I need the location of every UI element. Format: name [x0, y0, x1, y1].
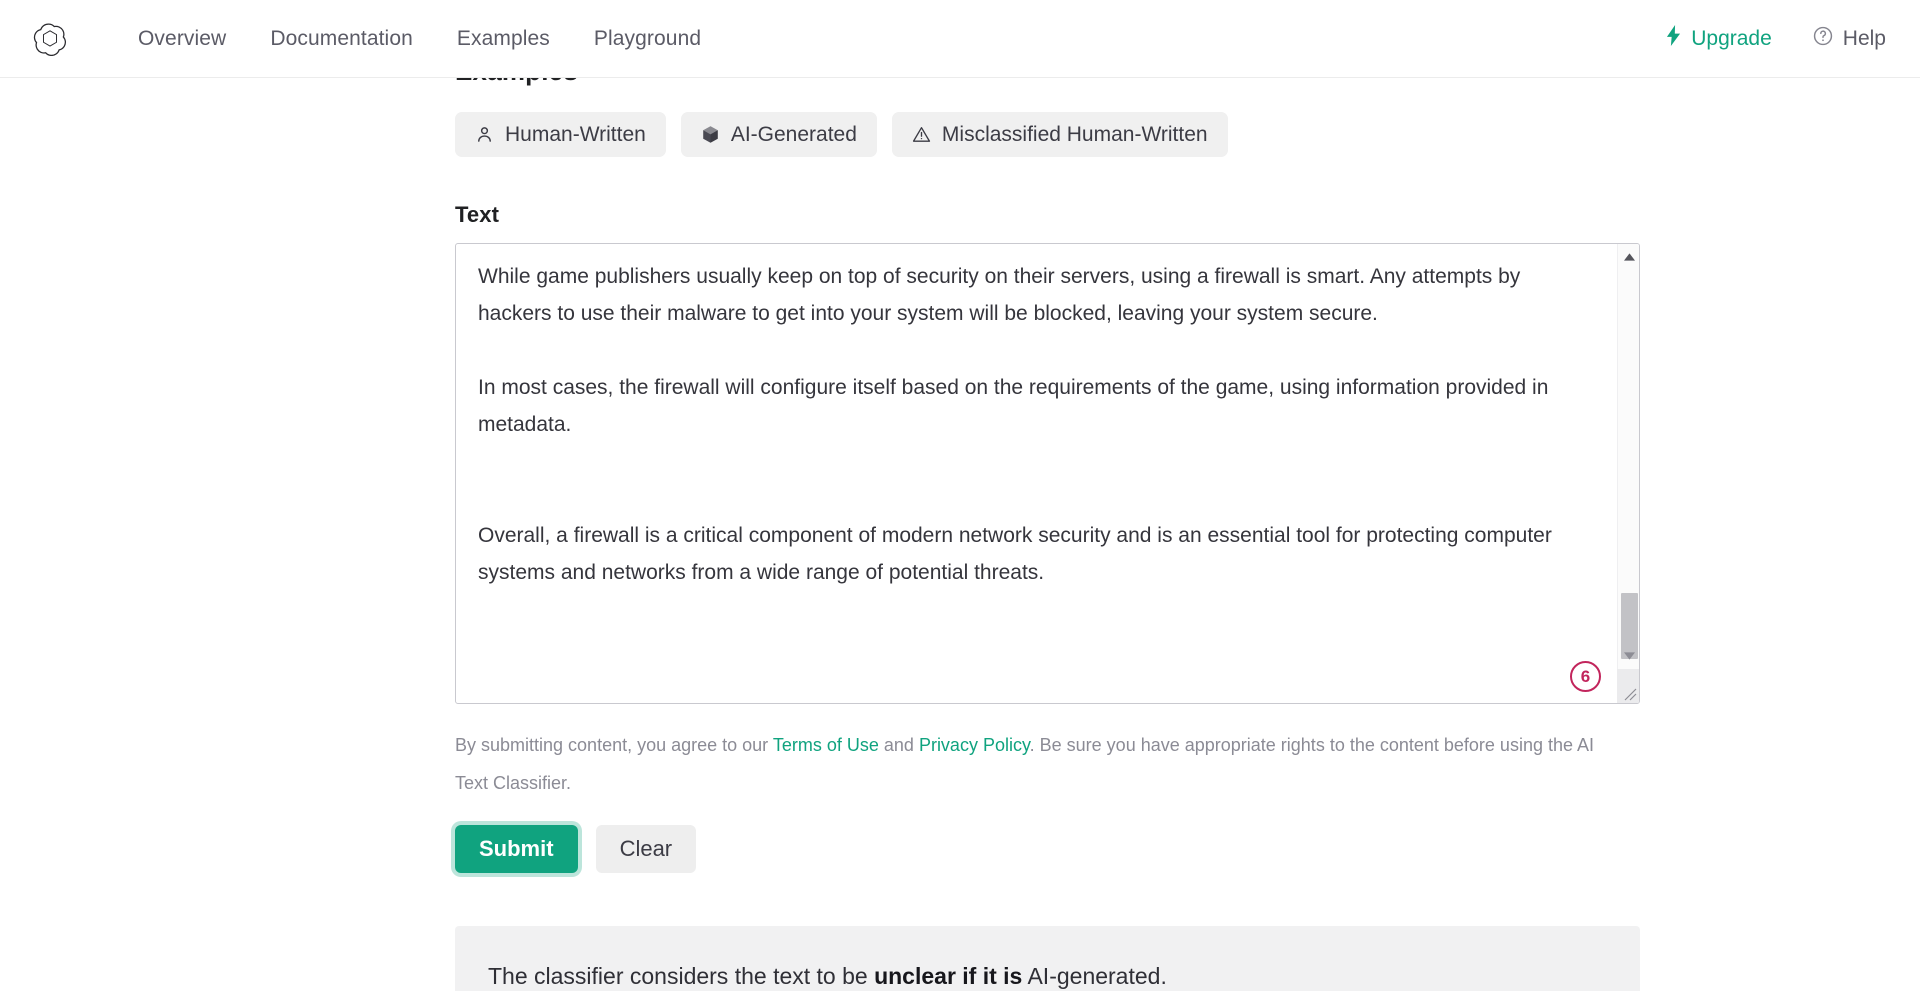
- warning-triangle-icon: [912, 125, 931, 144]
- result-prefix: The classifier considers the text to be: [488, 962, 875, 989]
- terms-of-use-link[interactable]: Terms of Use: [773, 735, 879, 755]
- result-suffix: AI-generated.: [1022, 962, 1167, 989]
- site-header: Overview Documentation Examples Playgrou…: [0, 0, 1920, 78]
- content-column: Examples Human-Written: [455, 78, 1640, 991]
- header-actions: Upgrade Help: [1665, 25, 1886, 53]
- textarea-scrollbar[interactable]: [1617, 244, 1639, 703]
- upgrade-label: Upgrade: [1691, 26, 1772, 50]
- submission-disclaimer: By submitting content, you agree to our …: [455, 726, 1620, 802]
- resize-grip-icon[interactable]: [1619, 683, 1637, 701]
- form-actions: Submit Clear: [455, 825, 1640, 873]
- person-icon: [475, 125, 494, 144]
- examples-heading: Examples: [455, 78, 1640, 86]
- example-chip-misclassified-human-written[interactable]: Misclassified Human-Written: [891, 112, 1228, 157]
- example-chip-human-written[interactable]: Human-Written: [455, 112, 666, 157]
- text-input-value[interactable]: While game publishers usually keep on to…: [478, 258, 1583, 591]
- annotation-badge: 6: [1570, 661, 1601, 692]
- help-label: Help: [1842, 26, 1886, 50]
- page-scroll-area: Examples Human-Written: [0, 78, 1920, 991]
- result-verdict: unclear if it is: [874, 962, 1023, 989]
- nav-link-examples[interactable]: Examples: [457, 27, 550, 51]
- cube-icon: [701, 125, 720, 144]
- nav-link-overview[interactable]: Overview: [138, 27, 226, 51]
- help-link[interactable]: Help: [1812, 25, 1886, 53]
- disclaimer-part-2: and: [878, 735, 919, 755]
- nav-link-documentation[interactable]: Documentation: [270, 27, 413, 51]
- submit-button[interactable]: Submit: [455, 825, 578, 873]
- example-chip-ai-generated[interactable]: AI-Generated: [680, 112, 877, 157]
- scroll-down-arrow-icon[interactable]: [1618, 645, 1639, 667]
- classification-result: The classifier considers the text to be …: [455, 926, 1640, 991]
- question-circle-icon: [1812, 25, 1834, 53]
- lightning-bolt-icon: [1665, 25, 1682, 52]
- example-chip-label: Misclassified Human-Written: [941, 122, 1208, 146]
- example-chip-label: AI-Generated: [730, 122, 857, 146]
- disclaimer-part-1: By submitting content, you agree to our: [455, 735, 773, 755]
- example-chip-label: Human-Written: [505, 122, 646, 146]
- scroll-up-arrow-icon[interactable]: [1618, 246, 1639, 268]
- text-field-label: Text: [455, 202, 500, 227]
- text-input-container[interactable]: While game publishers usually keep on to…: [455, 243, 1640, 704]
- nav-link-playground[interactable]: Playground: [594, 27, 701, 51]
- result-message: The classifier considers the text to be …: [488, 963, 1167, 990]
- example-chip-row: Human-Written AI-Generated Misclassified…: [455, 112, 1640, 157]
- upgrade-link[interactable]: Upgrade: [1665, 25, 1772, 52]
- clear-button[interactable]: Clear: [595, 825, 697, 873]
- main-nav: Overview Documentation Examples Playgrou…: [138, 27, 701, 51]
- openai-logo[interactable]: [30, 19, 70, 59]
- privacy-policy-link[interactable]: Privacy Policy: [919, 735, 1030, 755]
